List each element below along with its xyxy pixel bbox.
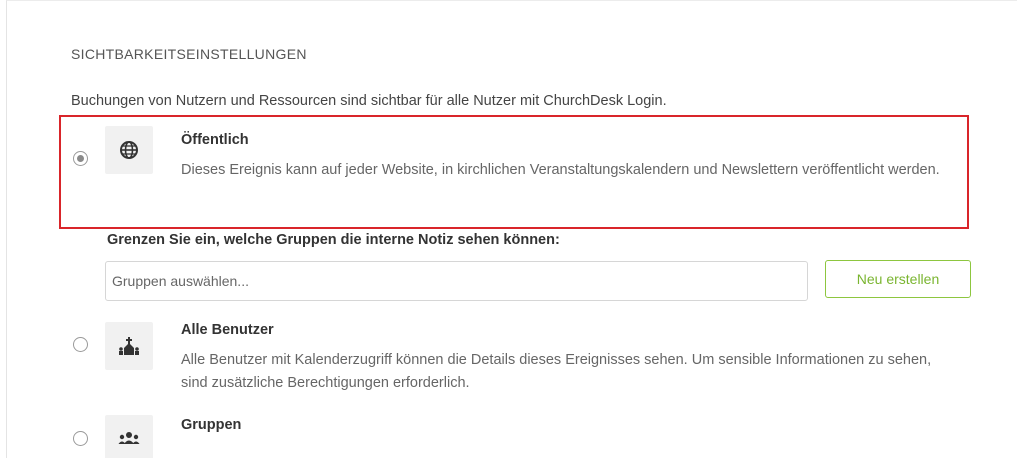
radio-groups[interactable] bbox=[73, 431, 88, 446]
radio-all-users[interactable] bbox=[73, 337, 88, 352]
option-groups-title: Gruppen bbox=[181, 417, 242, 433]
groups-label: Grenzen Sie ein, welche Gruppen die inte… bbox=[107, 232, 560, 248]
highlight-box bbox=[59, 115, 969, 229]
visibility-info-text: Buchungen von Nutzern und Ressourcen sin… bbox=[71, 93, 667, 109]
section-title: SICHTBARKEITSEINSTELLUNGEN bbox=[71, 46, 307, 62]
groups-select-input[interactable] bbox=[105, 261, 808, 301]
visibility-settings-panel: SICHTBARKEITSEINSTELLUNGEN Buchungen von… bbox=[6, 0, 1017, 458]
church-people-icon bbox=[105, 322, 153, 370]
option-all-users-title: Alle Benutzer bbox=[181, 322, 274, 338]
new-group-button[interactable]: Neu erstellen bbox=[825, 260, 971, 298]
group-icon bbox=[105, 415, 153, 458]
option-all-users-description: Alle Benutzer mit Kalenderzugriff können… bbox=[181, 352, 932, 391]
